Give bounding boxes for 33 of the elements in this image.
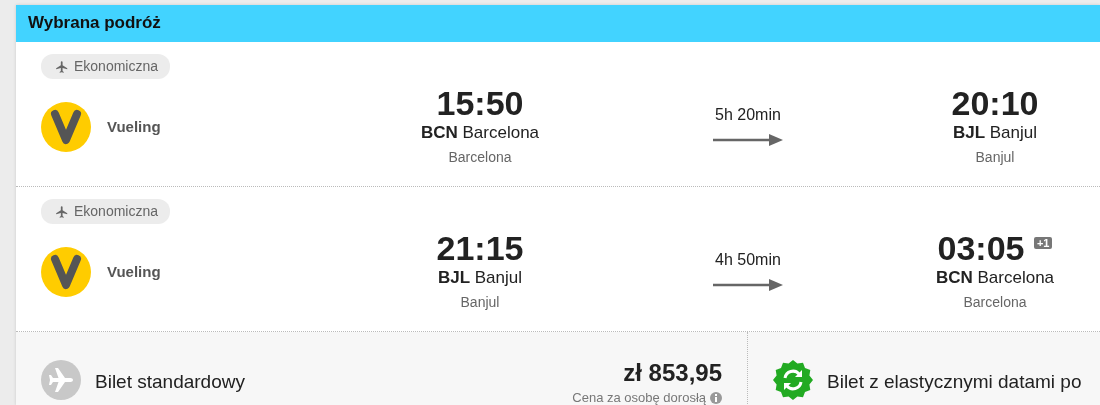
fare-name: Bilet z elastycznymi datami po [827,370,1082,394]
airline-logo [41,247,91,298]
airport-label: BJL Banjul [952,123,1038,144]
price-text: zł 853,95 [623,359,722,386]
airline-name: Vueling [107,262,161,283]
airport-name: Banjul [460,294,500,311]
arrow-icon [713,134,783,147]
duration-text: 4h 50min [715,251,781,269]
airport-label: BCN Barcelona [935,268,1055,289]
airline-name: Vueling [107,117,161,138]
time-text: 03:05 [937,228,1025,267]
duration-text: 5h 20min [715,106,781,124]
time-text: 15:50 [436,83,524,122]
airport-label: BJL Banjul [437,268,523,289]
plane-icon [55,59,69,74]
plane-icon [55,204,69,219]
card-title: Wybrana podróż [28,13,161,34]
info-icon[interactable] [710,391,722,404]
airport-name: Barcelona [963,294,1027,311]
day-offset-badge: +1 [1033,237,1053,250]
cabin-class: Ekonomiczna [74,57,159,76]
refresh-icon [773,360,813,400]
price-note: Cena za osobę dorosłą [572,389,706,405]
airport-label: BCN Barcelona [420,123,540,144]
airport-name: Banjul [975,149,1015,166]
plane-icon [41,360,81,400]
airport-name: Barcelona [448,149,512,166]
time-text: 21:15 [436,228,524,267]
cabin-class: Ekonomiczna [74,202,159,221]
arrow-icon [713,279,783,292]
time-text: 20:10 [951,83,1039,122]
fare-name: Bilet standardowy [95,370,245,394]
airline-logo [41,102,91,153]
